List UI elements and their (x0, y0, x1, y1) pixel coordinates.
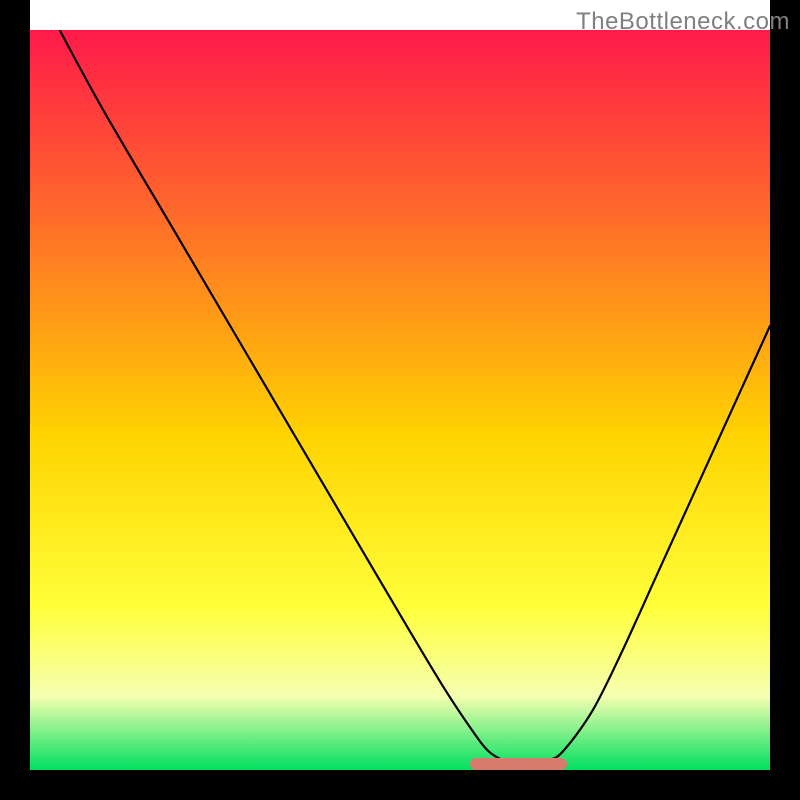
x-axis (0, 770, 800, 800)
plot-area (30, 30, 770, 770)
watermark-text: TheBottleneck.com (576, 8, 790, 36)
bottleneck-curve (30, 30, 770, 770)
chart-container: TheBottleneck.com (0, 0, 800, 800)
y-axis-left (0, 0, 30, 800)
y-axis-right (770, 0, 800, 800)
optimal-range-marker (470, 758, 567, 770)
